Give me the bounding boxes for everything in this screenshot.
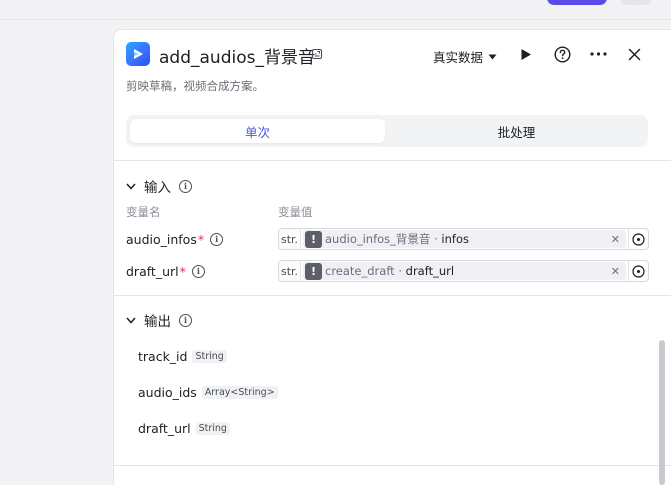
edit-icon[interactable]	[311, 48, 323, 60]
capcut-logo-icon	[126, 42, 150, 66]
param-label-draft-url: draft_url * i	[126, 260, 205, 282]
column-header-name: 变量名	[126, 205, 161, 219]
param-value-draft-url[interactable]: str. ! create_draft · draft_url ✕	[278, 260, 649, 282]
output-name: audio_ids	[138, 385, 197, 400]
clear-icon[interactable]: ✕	[611, 233, 620, 246]
tab-batch[interactable]: 批处理	[389, 119, 644, 143]
inputs-section-title: 输入	[144, 180, 171, 196]
inputs-section-header[interactable]: 输入 i	[126, 176, 192, 196]
output-type-badge: String	[192, 350, 227, 363]
variable-picker-icon[interactable]	[628, 229, 648, 249]
node-title[interactable]: add_audios_背景音	[159, 43, 315, 68]
ref-separator: ·	[430, 232, 442, 246]
output-name: track_id	[138, 349, 188, 364]
panel-scrollbar[interactable]	[659, 340, 665, 485]
output-type-badge: String	[195, 422, 230, 435]
clear-icon[interactable]: ✕	[611, 265, 620, 278]
variable-picker-icon[interactable]	[628, 261, 648, 281]
section-divider	[114, 465, 671, 466]
info-icon[interactable]: i	[179, 313, 192, 327]
param-value-audio-infos[interactable]: str. ! audio_infos_背景音 · infos ✕	[278, 228, 649, 250]
panel-header: add_audios_背景音 真实数据 剪映草稿，视频合成方案。 单次 批处理	[114, 30, 671, 160]
required-mark: *	[197, 231, 205, 247]
variable-reference[interactable]: ! create_draft · draft_url ✕	[303, 262, 626, 280]
data-mode-label: 真实数据	[433, 50, 484, 65]
ref-field: infos	[441, 232, 469, 246]
close-icon[interactable]	[624, 44, 644, 64]
output-type-badge: Array<String>	[201, 386, 278, 399]
param-name: draft_url	[126, 263, 179, 279]
output-item: track_id String	[138, 349, 227, 364]
param-label-audio-infos: audio_infos * i	[126, 228, 224, 250]
primary-action-button[interactable]	[547, 0, 607, 5]
secondary-action-button[interactable]	[620, 0, 652, 5]
section-divider	[114, 160, 671, 161]
node-config-panel: add_audios_背景音 真实数据 剪映草稿，视频合成方案。 单次 批处理	[113, 29, 671, 485]
play-icon[interactable]	[516, 44, 536, 64]
required-mark: *	[179, 263, 186, 279]
ref-node: create_draft	[325, 264, 395, 278]
column-header-value: 变量值	[278, 205, 313, 219]
info-icon[interactable]: i	[191, 264, 205, 278]
section-divider	[114, 295, 671, 296]
type-tag[interactable]: str.	[279, 261, 301, 281]
data-mode-select[interactable]: 真实数据	[433, 47, 497, 66]
outputs-section-header[interactable]: 输出 i	[126, 310, 192, 330]
info-icon[interactable]: i	[210, 232, 224, 246]
chevron-down-icon	[126, 317, 136, 324]
variable-reference[interactable]: ! audio_infos_背景音 · infos ✕	[303, 230, 626, 248]
caret-down-icon	[488, 54, 497, 59]
outputs-section-title: 输出	[144, 314, 171, 330]
chevron-down-icon	[126, 183, 136, 190]
type-tag[interactable]: str.	[279, 229, 301, 249]
tab-single[interactable]: 单次	[130, 119, 385, 143]
top-bar	[0, 0, 671, 20]
warning-icon: !	[305, 262, 322, 280]
output-item: draft_url String	[138, 421, 230, 436]
warning-icon: !	[305, 230, 322, 248]
param-name: audio_infos	[126, 231, 197, 247]
node-description: 剪映草稿，视频合成方案。	[126, 79, 264, 93]
more-icon[interactable]	[588, 44, 608, 64]
ref-field: draft_url	[405, 264, 455, 278]
output-name: draft_url	[138, 421, 191, 436]
ref-separator: ·	[394, 264, 406, 278]
output-item: audio_ids Array<String>	[138, 385, 278, 400]
help-icon[interactable]	[552, 44, 572, 64]
info-icon[interactable]: i	[179, 179, 192, 193]
ref-node: audio_infos_背景音	[325, 232, 431, 246]
run-mode-tabs: 单次 批处理	[126, 115, 648, 147]
